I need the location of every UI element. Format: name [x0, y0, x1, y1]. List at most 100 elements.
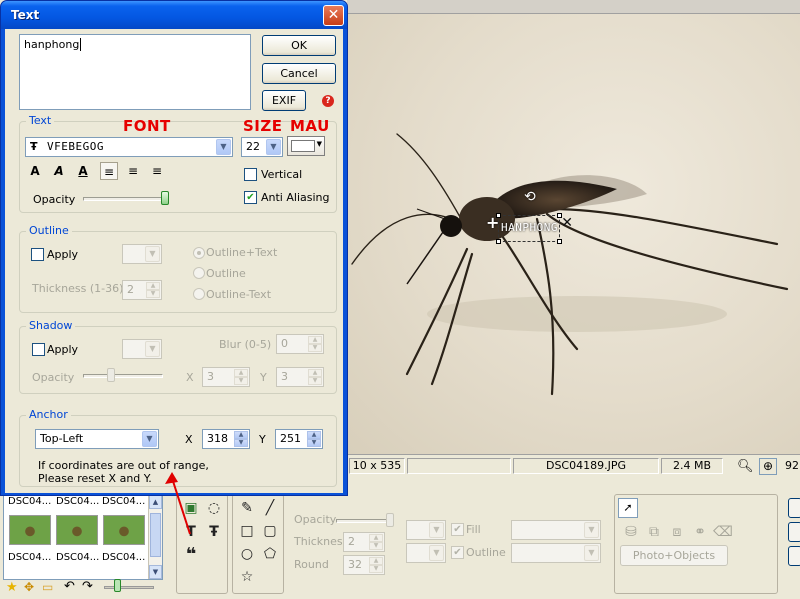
text-opacity-slider-thumb[interactable] [161, 191, 169, 205]
folder-icon[interactable]: ▭ [42, 580, 53, 594]
rounded-rectangle-icon[interactable]: ▢ [259, 521, 281, 541]
side-button[interactable] [788, 498, 800, 518]
bring-forward-icon[interactable]: ⧉ [643, 522, 665, 542]
rectangle-icon[interactable]: □ [236, 521, 258, 541]
text-group-title: Text [26, 114, 55, 127]
outline-checkbox[interactable]: ✔ [451, 546, 464, 559]
side-button[interactable] [788, 546, 800, 566]
delete-object-icon[interactable]: ✕ [561, 215, 573, 231]
shadow-opacity-label: Opacity [32, 371, 75, 384]
ok-button[interactable]: OK [262, 35, 336, 56]
filesize: 2.4 MB [661, 458, 723, 474]
chevron-down-icon[interactable]: ▼ [142, 431, 157, 447]
underline-button[interactable]: A [74, 162, 92, 180]
star-icon[interactable]: ★ [6, 580, 18, 595]
polygon-icon[interactable]: ⬠ [259, 544, 281, 564]
fill-checkbox[interactable]: ✔ [451, 523, 464, 536]
size-select[interactable]: 22 ▼ [241, 137, 283, 157]
text-input-value: hanphong [24, 38, 80, 51]
resize-handle[interactable] [496, 213, 501, 218]
side-button[interactable] [788, 522, 800, 542]
thumb-size-slider[interactable] [104, 586, 154, 589]
align-center-button[interactable]: ≡ [124, 162, 142, 180]
outline-only-radio[interactable] [193, 267, 205, 279]
resize-handle[interactable] [496, 239, 501, 244]
resize-handle[interactable] [557, 213, 562, 218]
speech-bubble-icon[interactable]: ◌ [203, 498, 225, 518]
anchor-select[interactable]: Top-Left ▼ [35, 429, 159, 449]
chevron-down-icon[interactable]: ▼ [216, 139, 231, 155]
star-shape-icon[interactable]: ☆ [236, 567, 258, 587]
outline-text-radio[interactable] [193, 247, 205, 259]
fill-color-combo[interactable]: ▼ [406, 520, 446, 540]
line-icon[interactable]: ╱ [259, 498, 281, 518]
bold-button[interactable]: A [26, 162, 44, 180]
outline-color-select[interactable]: ▼ [122, 244, 162, 264]
outline-color-combo[interactable]: ▼ [406, 543, 446, 563]
text-color-swatch [291, 140, 315, 152]
text-style-icon[interactable]: Ŧ [203, 522, 225, 542]
anti-aliasing-checkbox[interactable]: ✔ [244, 191, 257, 204]
photo-objects-button[interactable]: Photo+Objects [620, 545, 728, 566]
delete-objects-icon[interactable]: ⌫ [712, 522, 734, 542]
zoom-out-icon[interactable]: 🔍︎ [737, 459, 754, 474]
send-backward-icon[interactable]: ⧈ [666, 522, 688, 542]
tags-icon[interactable]: ✥ [24, 580, 34, 594]
shadow-x-stepper[interactable]: 3 ▲ ▼ [202, 367, 250, 387]
exif-button[interactable]: EXIF [262, 90, 306, 111]
image-canvas[interactable]: HANPHONG + ✕ ⟲ [347, 14, 800, 454]
align-right-button[interactable]: ≡ [148, 162, 166, 180]
select-pointer-icon[interactable]: ➚ [618, 498, 638, 518]
zoom-in-icon[interactable]: ⊕ [759, 458, 777, 475]
shape-thickness-stepper[interactable]: 2 ▲ ▼ [343, 532, 385, 552]
cancel-button[interactable]: Cancel [262, 63, 336, 84]
anchor-y-stepper[interactable]: 251 ▲ ▼ [275, 429, 323, 449]
scroll-down-icon[interactable]: ▼ [149, 565, 162, 579]
shadow-apply-checkbox[interactable] [32, 343, 45, 356]
shadow-color-select[interactable]: ▼ [122, 339, 162, 359]
thumbnail-image[interactable] [56, 515, 98, 545]
close-button[interactable]: ✕ [323, 5, 344, 26]
thumbnail-image[interactable] [9, 515, 51, 545]
help-icon[interactable]: ? [322, 95, 334, 107]
rotate-handle-icon[interactable]: ⟲ [524, 189, 536, 205]
resize-handle[interactable] [557, 239, 562, 244]
shadow-blur-stepper[interactable]: 0 ▲ ▼ [276, 334, 324, 354]
font-annotation: FONT [123, 117, 171, 135]
font-select[interactable]: Ŧ VFEBEGOG ▼ [25, 137, 233, 157]
freehand-icon[interactable]: ✎ [236, 498, 258, 518]
rotate-left-icon[interactable]: ↶ [64, 579, 75, 594]
anchor-x-stepper[interactable]: 318 ▲ ▼ [202, 429, 250, 449]
text-color-button[interactable]: ▼ [287, 136, 325, 156]
thumb-size-slider-thumb[interactable] [114, 579, 121, 592]
text-input[interactable]: hanphong [19, 34, 251, 110]
anchor-y-value: 251 [280, 432, 301, 445]
outline-style-combo[interactable]: ▼ [511, 543, 601, 563]
italic-button[interactable]: A [50, 162, 68, 180]
quote-icon[interactable]: ❝ [180, 545, 202, 565]
ellipse-icon[interactable]: ○ [236, 544, 258, 564]
rotate-right-icon[interactable]: ↷ [82, 579, 93, 594]
outline-thickness-stepper[interactable]: 2 ▲ ▼ [122, 280, 162, 300]
shadow-y-stepper[interactable]: 3 ▲ ▼ [276, 367, 324, 387]
align-left-button[interactable]: ≡ [100, 162, 118, 180]
outline-apply-checkbox[interactable] [31, 248, 44, 261]
layer-icon[interactable]: ⛁ [620, 522, 642, 542]
thumbnail-image[interactable] [103, 515, 145, 545]
vertical-checkbox[interactable] [244, 168, 257, 181]
shape-opacity-slider[interactable] [336, 519, 392, 523]
chevron-down-icon: ▼ [145, 341, 160, 357]
shape-opacity-slider-thumb[interactable] [386, 513, 394, 527]
dialog-titlebar[interactable]: Text ✕ [1, 1, 347, 29]
text-object-selection[interactable]: HANPHONG + ✕ ⟲ [486, 189, 573, 244]
outline-minus-text-radio[interactable] [193, 288, 205, 300]
fill-style-combo[interactable]: ▼ [511, 520, 601, 540]
chevron-down-icon[interactable]: ▼ [266, 139, 281, 155]
shape-thickness-label: Thickness [294, 535, 349, 548]
thumbnail-browser[interactable]: DSC04... DSC04... DSC04... DSC04... DSC0… [3, 494, 163, 580]
shadow-opacity-slider[interactable] [83, 374, 163, 378]
text-opacity-slider[interactable] [83, 197, 167, 201]
shadow-opacity-slider-thumb[interactable] [107, 368, 115, 382]
shape-round-stepper[interactable]: 32 ▲ ▼ [343, 555, 385, 575]
group-icon[interactable]: ⚭ [689, 522, 711, 542]
